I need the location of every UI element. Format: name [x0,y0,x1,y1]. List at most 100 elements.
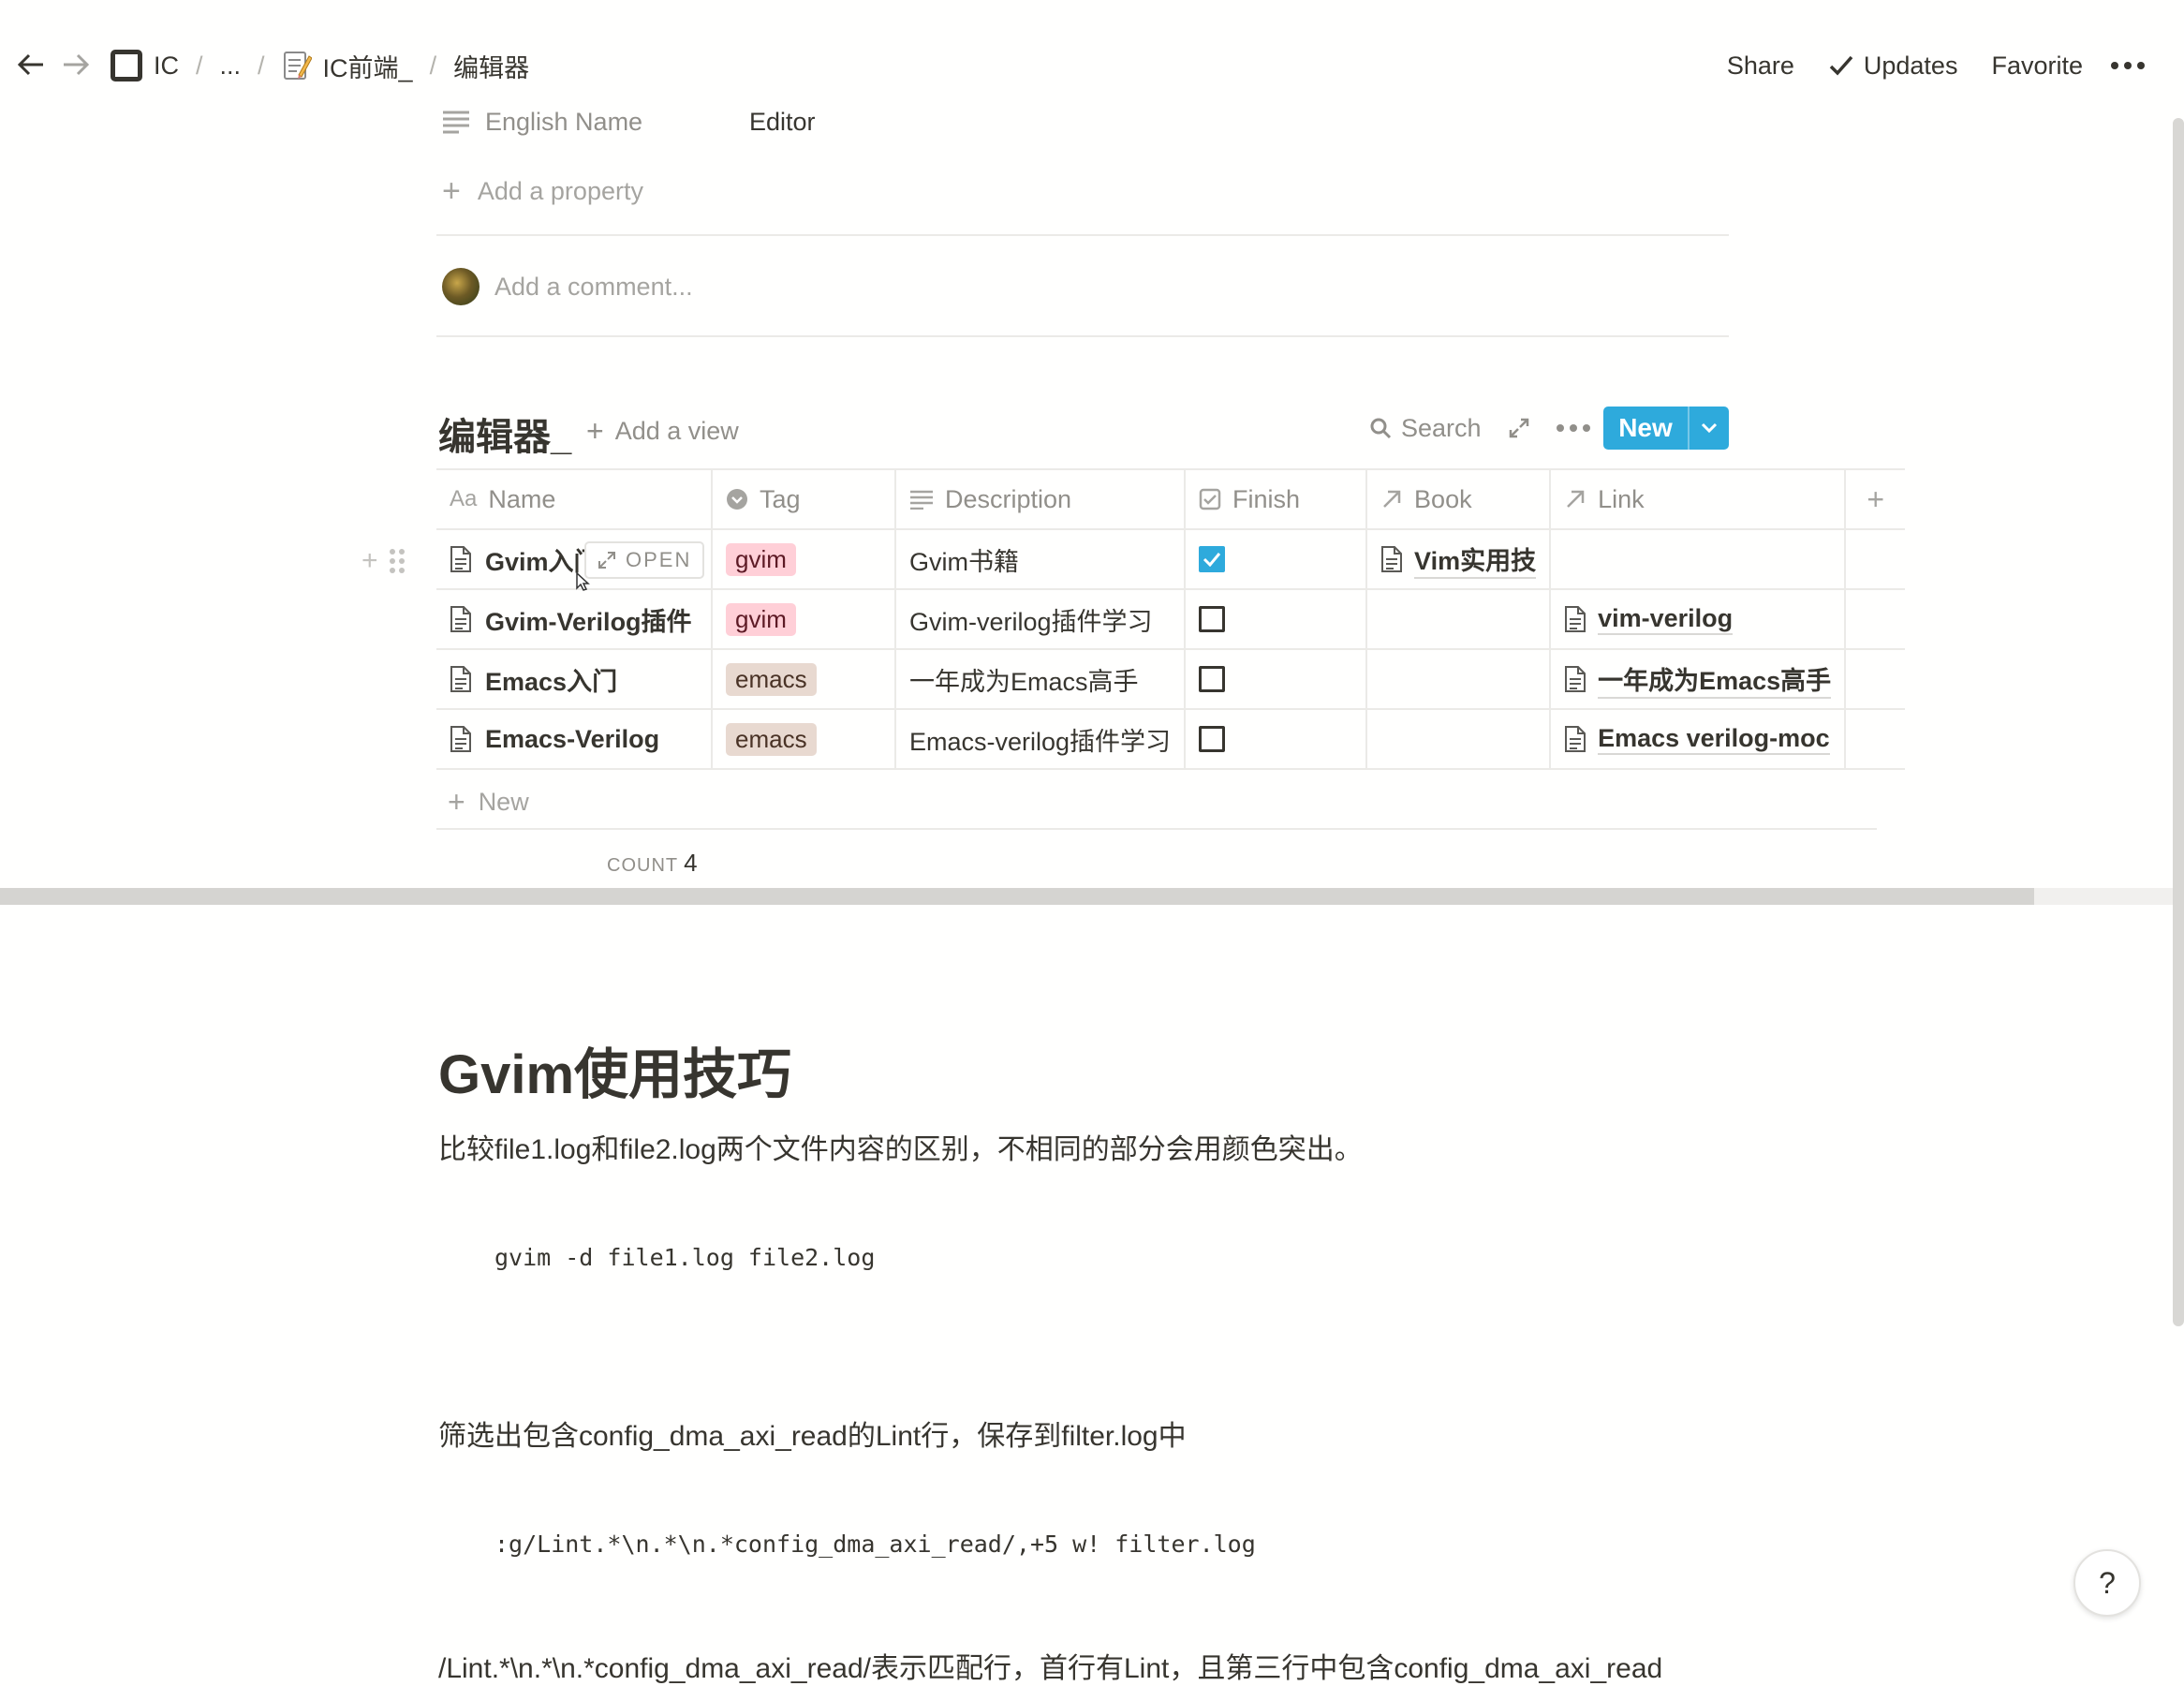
text-lines-icon [910,490,933,510]
row-title[interactable]: Gvim-Verilog插件 [485,601,692,638]
page-icon [450,666,471,692]
horizontal-scrollbar[interactable] [0,888,2184,905]
add-row-button[interactable]: + New [448,785,529,820]
breadcrumb-separator: / [429,51,437,80]
more-options-icon[interactable] [2100,62,2156,69]
finish-checkbox[interactable] [1199,606,1226,632]
breadcrumb-ellipsis[interactable]: ... [220,52,242,81]
count-footer[interactable]: COUNT 4 [607,849,699,878]
cell-link[interactable]: Emacs verilog-moc [1550,708,1847,770]
cell-finish[interactable] [1185,708,1368,770]
help-button[interactable]: ? [2073,1549,2141,1617]
updates-button[interactable]: Updates [1811,52,1975,81]
related-link[interactable]: 一年成为Emacs高手 [1598,660,1832,699]
related-link[interactable]: Emacs verilog-moc [1598,724,1830,755]
row-description: Emacs-verilog插件学习 [909,727,1172,756]
expand-icon [1509,418,1528,438]
row-title[interactable]: Emacs入门 [485,661,617,698]
plus-icon[interactable]: + [362,545,378,577]
row-description: 一年成为Emacs高手 [909,667,1139,696]
expand-button[interactable] [1495,417,1543,439]
column-header-book[interactable]: Book [1366,468,1552,530]
cell-link[interactable]: 一年成为Emacs高手 [1550,648,1847,710]
cell-description[interactable]: 一年成为Emacs高手 [895,648,1187,710]
favorite-button[interactable]: Favorite [1974,52,2100,81]
column-header-name[interactable]: Aa Name [436,468,713,530]
cell-book[interactable] [1366,708,1552,770]
cell-description[interactable]: Emacs-verilog插件学习 [895,708,1187,770]
database-title[interactable]: 编辑器_ [438,407,571,461]
finish-checkbox[interactable] [1199,546,1226,572]
cell-book[interactable]: Vim实用技 [1366,528,1552,590]
table-row[interactable]: Gvim-Verilog插件 gvim Gvim-verilog插件学习 vim-ve… [436,588,1906,650]
paragraph[interactable]: /Lint.*\n.*\n.*config_dma_axi_read/表示匹配行… [438,1645,1662,1686]
back-arrow-icon[interactable] [15,49,47,81]
finish-checkbox[interactable] [1199,726,1226,752]
drag-handle-icon[interactable] [389,549,405,573]
breadcrumb-parent[interactable]: IC前端_ [282,48,413,84]
divider [436,335,1729,337]
page-icon [450,726,471,752]
page-icon [450,606,471,632]
column-header-link[interactable]: Link [1550,468,1847,530]
row-title[interactable]: Emacs-Verilog [485,725,659,754]
workspace-square-icon [111,50,142,81]
breadcrumb-workspace[interactable]: IC [111,50,179,81]
english-name-value[interactable]: Editor [749,108,816,137]
cell-book[interactable] [1366,648,1552,710]
code-block[interactable]: :g/Lint.*\n.*\n.*config_dma_axi_read/,+5… [494,1531,1256,1558]
cell-name[interactable]: Emacs入门 [436,648,713,710]
cell-name[interactable]: Gvim-Verilog插件 [436,588,713,650]
cell-name[interactable]: Emacs-Verilog [436,708,713,770]
column-header-finish[interactable]: Finish [1185,468,1368,530]
breadcrumb-current[interactable]: 编辑器 [453,48,529,84]
column-header-tag[interactable]: Tag [712,468,896,530]
new-entry-button[interactable]: New [1603,407,1729,450]
add-column-button[interactable]: + [1845,468,1906,530]
search-button[interactable]: Search [1356,414,1495,443]
cell-finish[interactable] [1185,528,1368,590]
database-table: Aa Name Tag Description Finish Book Link … [436,468,1906,770]
database-toolbar: Search [1356,407,1603,450]
cell-description[interactable]: Gvim书籍 [895,528,1187,590]
add-view-button[interactable]: + Add a view [586,414,739,449]
property-english-name[interactable]: English Name Editor [442,101,816,142]
cell-tag[interactable]: gvim [712,528,896,590]
vertical-scrollbar[interactable] [2173,118,2184,1326]
chevron-down-icon[interactable] [1688,407,1729,450]
cell-link[interactable]: vim-verilog [1550,588,1847,650]
cell-finish[interactable] [1185,648,1368,710]
plus-icon: + [442,172,461,209]
paragraph[interactable]: 比较file1.log和file2.log两个文件内容的区别，不相同的部分会用颜… [438,1126,1363,1167]
finish-checkbox[interactable] [1199,666,1226,692]
updates-label: Updates [1863,51,1958,80]
add-property-button[interactable]: + Add a property [442,170,643,212]
memo-icon [283,52,312,80]
expand-icon [598,552,615,569]
cell-link[interactable] [1550,528,1847,590]
table-row[interactable]: Emacs-Verilog emacs Emacs-verilog插件学习 Emacs… [436,708,1906,770]
cell-book[interactable] [1366,588,1552,650]
cell-description[interactable]: Gvim-verilog插件学习 [895,588,1187,650]
open-page-label: OPEN [626,548,692,571]
column-description-label: Description [945,484,1072,513]
new-entry-label: New [1618,413,1673,442]
cell-tag[interactable]: emacs [712,708,896,770]
scrollbar-thumb[interactable] [0,888,2034,905]
cell-finish[interactable] [1185,588,1368,650]
forward-arrow-icon[interactable] [60,49,92,81]
cell-tag[interactable]: gvim [712,588,896,650]
cell-tag[interactable]: emacs [712,648,896,710]
comment-input[interactable]: Add a comment... [442,268,693,305]
tag-badge: gvim [726,602,796,636]
related-link[interactable]: vim-verilog [1598,604,1734,635]
page-heading[interactable]: Gvim使用技巧 [438,1030,791,1109]
share-button[interactable]: Share [1710,52,1811,81]
column-header-description[interactable]: Description [895,468,1187,530]
book-link[interactable]: Vim实用技 [1414,540,1537,579]
table-row[interactable]: Emacs入门 emacs 一年成为Emacs高手 一年成为Emacs高手 [436,648,1906,710]
open-page-button[interactable]: OPEN [584,541,705,579]
code-block[interactable]: gvim -d file1.log file2.log [494,1244,875,1271]
view-options-button[interactable] [1543,424,1603,432]
paragraph[interactable]: 筛选出包含config_dma_axi_read的Lint行，保存到filter… [438,1412,1187,1454]
